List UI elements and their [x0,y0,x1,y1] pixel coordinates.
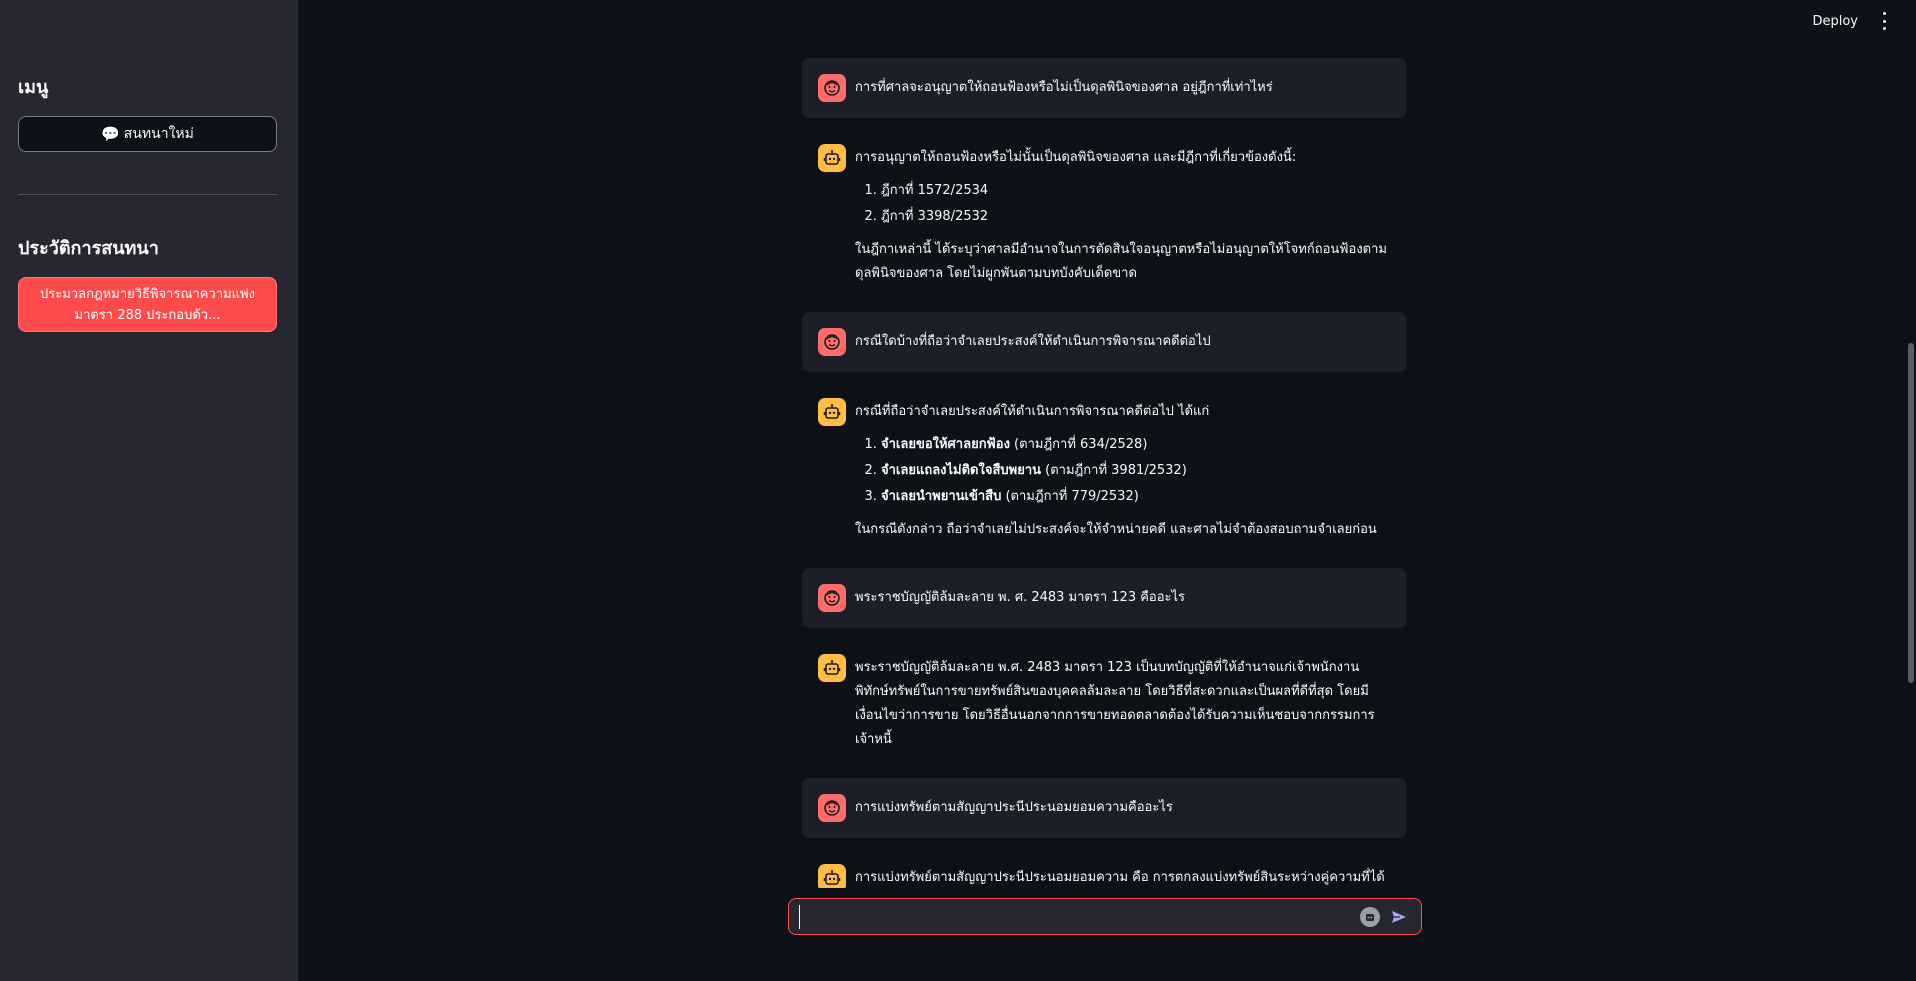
robot-icon [818,864,846,888]
message-text: การแบ่งทรัพย์ตามสัญญาประนีประนอมยอมความค… [855,800,1173,815]
message-body: การที่ศาลจะอนุญาตให้ถอนฟ้องหรือไม่เป็นดุ… [855,74,1273,100]
attach-icon[interactable] [1360,907,1380,927]
list-item-bold: จำเลยนำพยานเข้าสืบ [881,489,1002,504]
history-item[interactable]: ประมวลกฎหมายวิธีพิจารณาความแพ่ง มาตรา 28… [18,277,277,332]
new-chat-label: สนทนาใหม่ [123,126,194,142]
message-text: กรณีใดบ้างที่ถือว่าจำเลยประสงค์ให้ดำเนิน… [855,334,1211,349]
message-body: การแบ่งทรัพย์ตามสัญญาประนีประนอมยอมความค… [855,794,1173,820]
message-body: กรณีใดบ้างที่ถือว่าจำเลยประสงค์ให้ดำเนิน… [855,328,1211,354]
list-item: ฎีกาที่ 1572/2534 [881,178,1391,204]
message-text: การอนุญาตให้ถอนฟ้องหรือไม่นั้นเป็นดุลพิน… [855,150,1297,165]
message-text: การแบ่งทรัพย์ตามสัญญาประนีประนอมยอมความ … [855,870,1385,885]
deploy-button[interactable]: Deploy [1812,14,1858,29]
send-icon[interactable] [1389,907,1409,927]
answer-list: ฎีกาที่ 1572/2534 ฎีกาที่ 3398/2532 [881,178,1391,230]
face-icon [818,74,846,102]
list-item: จำเลยแถลงไม่ติดใจสืบพยาน (ตามฎีกาที่ 398… [881,458,1377,484]
list-item-text: (ตามฎีกาที่ 779/2532) [1001,489,1139,504]
list-item-bold: จำเลยขอให้ศาลยกฟ้อง [881,437,1010,452]
list-item: จำเลยขอให้ศาลยกฟ้อง (ตามฎีกาที่ 634/2528… [881,432,1377,458]
chat-input-container [788,898,1422,935]
history-title: ประวัติการสนทนา [18,238,159,259]
list-item-bold: จำเลยแถลงไม่ติดใจสืบพยาน [881,463,1042,478]
list-item-text: ฎีกาที่ 1572/2534 [881,183,989,198]
list-item: จำเลยนำพยานเข้าสืบ (ตามฎีกาที่ 779/2532) [881,484,1377,510]
assistant-message: พระราชบัญญัติล้มละลาย พ.ศ. 2483 มาตรา 12… [802,638,1407,768]
face-icon [818,328,846,356]
user-message: การแบ่งทรัพย์ตามสัญญาประนีประนอมยอมความค… [802,778,1407,838]
sidebar-divider [18,194,277,195]
robot-icon [818,654,846,682]
kebab-menu-icon[interactable] [1880,12,1888,30]
robot-icon [818,144,846,172]
face-icon [818,794,846,822]
menu-title: เมนู [18,77,49,98]
list-item-text: (ตามฎีกาที่ 3981/2532) [1041,463,1187,478]
assistant-message: การแบ่งทรัพย์ตามสัญญาประนีประนอมยอมความ … [802,848,1407,888]
list-item-text: (ตามฎีกาที่ 634/2528) [1009,437,1148,452]
user-message: การที่ศาลจะอนุญาตให้ถอนฟ้องหรือไม่เป็นดุ… [802,58,1407,118]
message-conclusion: ในฎีกาเหล่านี้ ได้ระบุว่าศาลมีอำนาจในการ… [855,242,1387,281]
history-item-label: ประมวลกฎหมายวิธีพิจารณาความแพ่ง มาตรา 28… [40,286,255,323]
assistant-message: การอนุญาตให้ถอนฟ้องหรือไม่นั้นเป็นดุลพิน… [802,128,1407,302]
message-body: การอนุญาตให้ถอนฟ้องหรือไม่นั้นเป็นดุลพิน… [855,144,1391,286]
message-body: การแบ่งทรัพย์ตามสัญญาประนีประนอมยอมความ … [855,864,1385,888]
list-item: ฎีกาที่ 3398/2532 [881,204,1391,230]
robot-icon [818,398,846,426]
message-text: พระราชบัญญัติล้มละลาย พ.ศ. 2483 มาตรา 12… [855,660,1375,747]
assistant-message: กรณีที่ถือว่าจำเลยประสงค์ให้ดำเนินการพิจ… [802,382,1407,558]
message-conclusion: ในกรณีดังกล่าว ถือว่าจำเลยไม่ประสงค์จะให… [855,522,1377,537]
list-item-text: ฎีกาที่ 3398/2532 [881,209,989,224]
message-body: พระราชบัญญัติล้มละลาย พ. ศ. 2483 มาตรา 1… [855,584,1185,610]
message-body: กรณีที่ถือว่าจำเลยประสงค์ให้ดำเนินการพิจ… [855,398,1377,542]
face-icon [818,584,846,612]
message-text: กรณีที่ถือว่าจำเลยประสงค์ให้ดำเนินการพิจ… [855,404,1210,419]
message-text: พระราชบัญญัติล้มละลาย พ. ศ. 2483 มาตรา 1… [855,590,1186,605]
answer-list: จำเลยขอให้ศาลยกฟ้อง (ตามฎีกาที่ 634/2528… [881,432,1377,510]
chat-messages: การที่ศาลจะอนุญาตให้ถอนฟ้องหรือไม่เป็นดุ… [802,58,1407,888]
user-message: กรณีใดบ้างที่ถือว่าจำเลยประสงค์ให้ดำเนิน… [802,312,1407,372]
user-message: พระราชบัญญัติล้มละลาย พ. ศ. 2483 มาตรา 1… [802,568,1407,628]
speech-bubble-icon: 💬 [101,125,120,143]
new-chat-button[interactable]: 💬 สนทนาใหม่ [18,116,277,152]
message-text: การที่ศาลจะอนุญาตให้ถอนฟ้องหรือไม่เป็นดุ… [855,80,1273,95]
scrollbar[interactable] [1908,343,1914,683]
message-body: พระราชบัญญัติล้มละลาย พ.ศ. 2483 มาตรา 12… [855,654,1391,752]
sidebar: เมนู 💬 สนทนาใหม่ ประวัติการสนทนา ประมวลก… [0,0,298,981]
chat-input[interactable] [799,905,1339,929]
